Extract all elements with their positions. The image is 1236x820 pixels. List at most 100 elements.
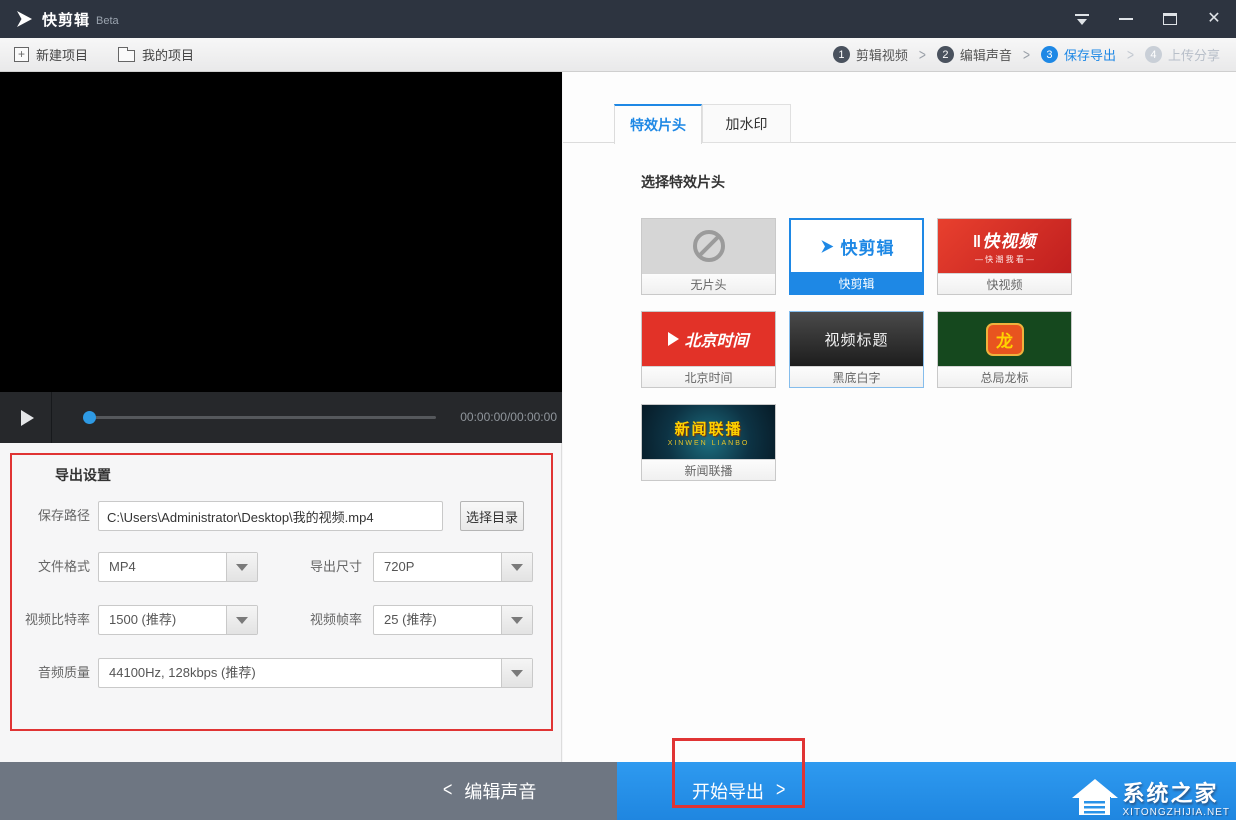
right-pane: 特效片头 加水印 选择特效片头 无片头 快剪辑 快剪辑 ‖快视频 — 快 潮 我…	[563, 72, 1236, 762]
intro-option-kuaishipin[interactable]: ‖快视频 — 快 潮 我 看 — 快视频	[937, 218, 1072, 295]
step-indicator: 1 剪辑视频 > 2 编辑声音 > 3 保存导出 > 4 上传分享	[833, 45, 1220, 64]
house-logo-icon	[1071, 776, 1119, 818]
bitrate-framerate-row: 视频比特率 1500 (推荐) 视频帧率 25 (推荐)	[12, 605, 551, 635]
watermark-domain: XITONGZHIJIA.NET	[1123, 807, 1231, 818]
framerate-value: 25 (推荐)	[384, 606, 437, 634]
size-select[interactable]: 720P	[373, 552, 533, 582]
left-pane: 00:00:00/00:00:00 导出设置 保存路径 选择目录 文件格式 MP…	[0, 72, 562, 762]
intro-option-beijing-time[interactable]: 北京时间 北京时间	[641, 311, 776, 388]
browse-directory-label: 选择目录	[466, 507, 518, 526]
step-4-label: 上传分享	[1168, 45, 1220, 64]
menu-icon	[1075, 14, 1089, 25]
xinwen-lianbo-sub-text: XINWEN LIANBO	[668, 440, 750, 447]
step-1-circle: 1	[833, 46, 850, 63]
app-title: 快剪辑	[42, 9, 90, 30]
kuaishipin-slogan-text: — 快 潮 我 看 —	[975, 254, 1034, 265]
bitrate-label: 视频比特率	[12, 605, 90, 635]
start-export-label-group[interactable]: 开始导出 >	[692, 762, 785, 820]
beijing-time-brand-text: 北京时间	[684, 327, 748, 351]
format-value: MP4	[109, 553, 136, 581]
black-title-thumbnail: 视频标题	[790, 312, 923, 366]
save-path-input[interactable]	[98, 501, 443, 531]
intro-option-label: 快视频	[938, 273, 1071, 294]
video-title-text: 视频标题	[824, 329, 888, 350]
size-label: 导出尺寸	[292, 552, 362, 582]
folder-icon	[118, 50, 135, 62]
seek-handle[interactable]	[83, 411, 96, 424]
no-intro-thumbnail	[642, 219, 775, 273]
xinwen-lianbo-thumbnail: 新闻联播 XINWEN LIANBO	[642, 405, 775, 459]
play-icon	[21, 410, 34, 426]
intro-option-xinwen-lianbo[interactable]: 新闻联播 XINWEN LIANBO 新闻联播	[641, 404, 776, 481]
play-triangle-icon	[668, 332, 679, 346]
step-3-circle: 3	[1041, 46, 1058, 63]
format-select[interactable]: MP4	[98, 552, 258, 582]
close-button[interactable]: ✕	[1192, 0, 1236, 38]
chevron-right-icon: >	[776, 780, 785, 803]
step-1-label: 剪辑视频	[856, 45, 908, 64]
format-size-row: 文件格式 MP4 导出尺寸 720P	[12, 552, 551, 582]
kuaijianji-logo-icon	[819, 239, 835, 254]
chevron-down-icon	[501, 553, 532, 581]
back-to-audio-label-group[interactable]: < 编辑声音	[443, 762, 536, 820]
intro-option-black-title[interactable]: 视频标题 黑底白字	[789, 311, 924, 388]
my-projects-label: 我的项目	[142, 45, 194, 64]
size-value: 720P	[384, 553, 414, 581]
menu-dropdown-button[interactable]	[1060, 0, 1104, 38]
step-upload-share[interactable]: 4 上传分享	[1145, 45, 1220, 64]
minimize-button[interactable]	[1104, 0, 1148, 38]
framerate-label: 视频帧率	[292, 605, 362, 635]
bitrate-value: 1500 (推荐)	[109, 606, 176, 634]
kuaijianji-thumbnail: 快剪辑	[791, 220, 922, 272]
bottom-bar: < 编辑声音 开始导出 >	[0, 762, 1236, 820]
watermark: 系统之家 XITONGZHIJIA.NET	[1071, 776, 1231, 818]
audio-quality-select[interactable]: 44100Hz, 128kbps (推荐)	[98, 658, 533, 688]
app-logo-icon	[14, 10, 34, 28]
bitrate-select[interactable]: 1500 (推荐)	[98, 605, 258, 635]
tab-intro-effects-label: 特效片头	[630, 115, 686, 135]
new-project-button[interactable]: + 新建项目	[14, 45, 88, 64]
browse-directory-button[interactable]: 选择目录	[460, 501, 524, 531]
choose-intro-heading: 选择特效片头	[641, 172, 725, 192]
chevron-down-icon	[226, 606, 257, 634]
watermark-text: 系统之家 XITONGZHIJIA.NET	[1123, 783, 1231, 818]
audio-quality-label: 音频质量	[12, 658, 90, 688]
intro-option-label: 北京时间	[642, 366, 775, 387]
kuaijianji-brand-text: 快剪辑	[841, 234, 895, 259]
intro-option-kuaijianji[interactable]: 快剪辑 快剪辑	[789, 218, 924, 295]
save-path-row: 保存路径 选择目录	[12, 501, 551, 531]
chevron-right-icon: >	[1127, 45, 1134, 63]
step-2-circle: 2	[937, 46, 954, 63]
window-controls: ✕	[1060, 0, 1236, 38]
intro-option-label: 总局龙标	[938, 366, 1071, 387]
format-label: 文件格式	[12, 552, 90, 582]
back-to-audio-label: 编辑声音	[464, 778, 536, 804]
step-save-export[interactable]: 3 保存导出	[1041, 45, 1116, 64]
play-button[interactable]	[0, 392, 52, 443]
new-project-label: 新建项目	[36, 45, 88, 64]
close-icon: ✕	[1207, 11, 1220, 27]
intro-option-none[interactable]: 无片头	[641, 218, 776, 295]
tab-watermark[interactable]: 加水印	[702, 104, 791, 143]
chevron-right-icon: >	[919, 45, 926, 63]
time-display: 00:00:00/00:00:00	[460, 410, 557, 424]
intro-option-dragon-seal[interactable]: 龙 总局龙标	[937, 311, 1072, 388]
intro-option-label: 黑底白字	[790, 366, 923, 387]
chevron-down-icon	[501, 659, 532, 687]
step-4-circle: 4	[1145, 46, 1162, 63]
player-bar: 00:00:00/00:00:00	[0, 392, 562, 443]
framerate-select[interactable]: 25 (推荐)	[373, 605, 533, 635]
my-projects-button[interactable]: 我的项目	[118, 45, 194, 64]
start-export-label: 开始导出	[692, 778, 764, 804]
intro-option-label: 无片头	[642, 273, 775, 294]
save-path-label: 保存路径	[12, 501, 90, 531]
step-edit-audio[interactable]: 2 编辑声音	[937, 45, 1012, 64]
maximize-button[interactable]	[1148, 0, 1192, 38]
tab-intro-effects[interactable]: 特效片头	[614, 104, 702, 144]
xinwen-lianbo-brand-text: 新闻联播	[674, 418, 742, 439]
app-window: 快剪辑 Beta ✕ + 新建项目 我的项目 1 剪辑视频 > 2 编辑声音	[0, 0, 1236, 820]
step-edit-video[interactable]: 1 剪辑视频	[833, 45, 908, 64]
seek-track[interactable]	[88, 416, 436, 419]
video-preview	[0, 72, 562, 392]
export-settings-panel: 导出设置 保存路径 选择目录 文件格式 MP4 导出尺寸 720P	[10, 453, 553, 731]
